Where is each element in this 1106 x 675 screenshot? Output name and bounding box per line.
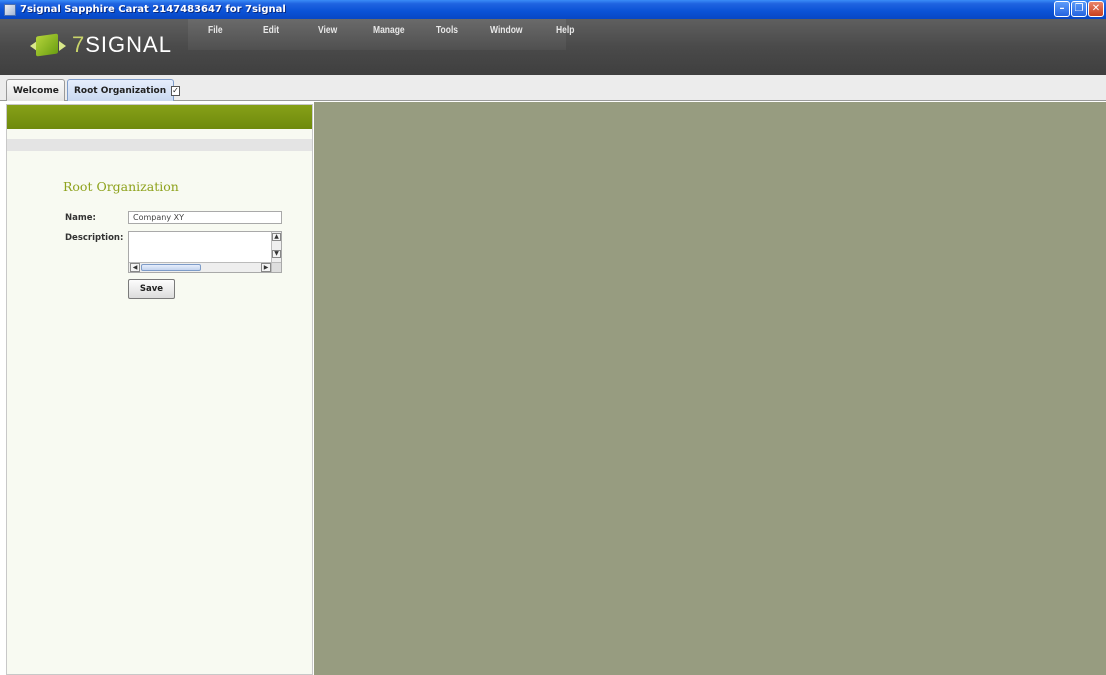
menu-tools[interactable]: Tools xyxy=(436,19,458,50)
menu-view[interactable]: View xyxy=(318,19,337,50)
menu-manage[interactable]: Manage xyxy=(373,19,405,50)
tab-welcome-label: Welcome xyxy=(13,85,59,96)
description-textarea[interactable]: ▲ ▼ ◀ ▶ xyxy=(128,231,282,273)
tab-root-organization[interactable]: Root Organization ✓ xyxy=(67,79,180,101)
window-controls: – ❐ ✕ xyxy=(1054,1,1104,17)
tab-bar: Welcome Root Organization ✓ xyxy=(0,75,1106,101)
root-organization-panel: Root Organization Name: Company XY Descr… xyxy=(6,104,313,675)
scroll-left-icon[interactable]: ◀ xyxy=(130,263,140,272)
restore-button[interactable]: ❐ xyxy=(1071,1,1087,17)
form-title: Root Organization xyxy=(63,179,179,194)
logo: 7SIGNAL xyxy=(30,31,172,59)
app-header: 7SIGNAL File Edit View Manage Tools Wind… xyxy=(0,19,1106,75)
close-button[interactable]: ✕ xyxy=(1088,1,1104,17)
minimize-button[interactable]: – xyxy=(1054,1,1070,17)
scroll-thumb[interactable] xyxy=(141,264,201,271)
content-area xyxy=(314,102,1106,675)
menu-edit[interactable]: Edit xyxy=(263,19,279,50)
tab-root-organization-label: Root Organization xyxy=(74,85,167,96)
save-button[interactable]: Save xyxy=(128,279,175,299)
panel-header-bar xyxy=(7,105,312,129)
scroll-down-icon[interactable]: ▼ xyxy=(272,250,281,258)
scroll-up-icon[interactable]: ▲ xyxy=(272,233,281,241)
tab-close-checkbox-icon[interactable]: ✓ xyxy=(171,85,180,96)
scroll-corner xyxy=(271,262,281,272)
title-bar[interactable]: 7signal Sapphire Carat 2147483647 for 7s… xyxy=(0,0,1106,19)
description-vertical-scrollbar[interactable]: ▲ ▼ xyxy=(271,232,281,262)
scroll-right-icon[interactable]: ▶ xyxy=(261,263,271,272)
menu-bar: File Edit View Manage Tools Window Help xyxy=(188,19,575,50)
app-icon xyxy=(4,3,16,16)
menu-window[interactable]: Window xyxy=(490,19,522,50)
app-window: 7signal Sapphire Carat 2147483647 for 7s… xyxy=(0,0,1106,675)
panel-divider xyxy=(7,139,312,151)
name-input[interactable]: Company XY xyxy=(128,211,282,224)
logo-cube-icon xyxy=(30,31,66,59)
window-title: 7signal Sapphire Carat 2147483647 for 7s… xyxy=(20,4,286,15)
description-horizontal-scrollbar[interactable]: ◀ ▶ xyxy=(129,262,272,272)
description-label: Description: xyxy=(65,233,124,243)
logo-text: 7SIGNAL xyxy=(72,32,172,57)
name-label: Name: xyxy=(65,213,96,223)
menu-help[interactable]: Help xyxy=(556,19,574,50)
tab-welcome[interactable]: Welcome xyxy=(6,79,65,101)
menu-file[interactable]: File xyxy=(208,19,223,50)
